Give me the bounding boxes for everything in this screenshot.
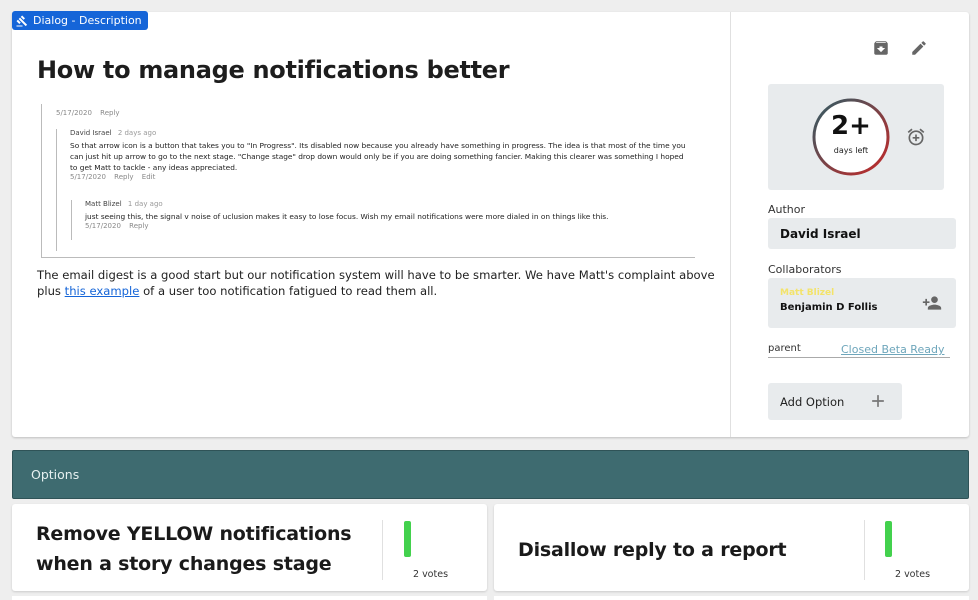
comment-date: 5/17/2020 — [56, 109, 92, 117]
dialog-tag-label: Dialog - Description — [33, 14, 142, 27]
option-card[interactable]: Disallow reply to a report 2 votes — [494, 504, 969, 591]
option-title-line: when a story changes stage — [36, 553, 332, 575]
vote-bar — [885, 521, 892, 557]
comment-meta: 5/17/2020 Reply Edit — [70, 173, 692, 181]
options-header-label: Options — [31, 467, 80, 482]
author-field: David Israel — [768, 218, 956, 249]
option-card-peek — [494, 596, 969, 600]
vote-count: 2 votes — [413, 569, 449, 580]
comment-date: 5/17/2020 — [85, 222, 121, 230]
countdown-caption: days left — [833, 146, 869, 155]
comment-author-line: David Israel 2 days ago — [70, 129, 692, 137]
archive-icon — [874, 41, 888, 55]
add-option-label: Add Option — [780, 394, 845, 409]
edit-link[interactable]: Edit — [142, 173, 156, 181]
days-left-countdown: 2+ days left — [768, 84, 944, 190]
person-add-icon[interactable] — [922, 293, 942, 313]
option-title: Disallow reply to a report — [518, 539, 787, 561]
comment-author: David Israel — [70, 129, 112, 137]
description-text-end: of a user too notification fatigued to r… — [139, 284, 438, 298]
parent-row: parent Closed Beta Ready — [768, 343, 950, 358]
comment-author-line: Matt Blizel 1 day ago — [85, 200, 681, 208]
parent-link[interactable]: Closed Beta Ready — [841, 343, 944, 356]
story-card: How to manage notifications better 5/17/… — [12, 12, 969, 437]
collaborators-label: Collaborators — [768, 263, 842, 276]
collaborators-field: Matt Blizel Benjamin D Follis — [768, 278, 956, 328]
collaborator-name: Benjamin D Follis — [780, 302, 878, 313]
reply-link[interactable]: Reply — [114, 173, 133, 181]
option-title: Remove YELLOW notifications when a story… — [36, 519, 352, 579]
option-card[interactable]: Remove YELLOW notifications when a story… — [12, 504, 487, 591]
dialog-description-tag: Dialog - Description — [12, 11, 148, 30]
story-main: How to manage notifications better 5/17/… — [12, 12, 730, 437]
option-card-peek — [12, 596, 487, 600]
comment-text: So that arrow icon is a button that take… — [70, 141, 686, 172]
options-header: Options — [12, 450, 969, 499]
collaborator-name: Matt Blizel — [780, 288, 835, 298]
author-label: Author — [768, 203, 806, 216]
alarm-add-icon[interactable] — [906, 127, 926, 147]
edit-button[interactable] — [908, 37, 930, 59]
comment-ago: 1 day ago — [127, 200, 163, 208]
archive-button[interactable] — [870, 37, 892, 59]
plus-icon — [872, 395, 884, 407]
comment-meta: 5/17/2020 Reply — [85, 222, 681, 230]
comment: Matt Blizel 1 day ago just seeing this, … — [71, 200, 681, 240]
countdown-value: 2+ — [831, 111, 871, 141]
gavel-icon — [16, 15, 28, 26]
option-title-line: Remove YELLOW notifications — [36, 523, 352, 545]
page-title: How to manage notifications better — [37, 56, 510, 84]
divider — [382, 520, 383, 580]
comment-date: 5/17/2020 — [70, 173, 106, 181]
divider — [864, 520, 865, 580]
comment-text: just seeing this, the signal v noise of … — [85, 212, 609, 221]
parent-label: parent — [768, 343, 801, 354]
story-description: The email digest is a good start but our… — [37, 267, 717, 299]
reply-link[interactable]: Reply — [129, 222, 148, 230]
comment: David Israel 2 days ago So that arrow ic… — [56, 129, 692, 251]
reply-link[interactable]: Reply — [100, 109, 119, 117]
vote-bar — [404, 521, 411, 557]
comment-author: Matt Blizel — [85, 200, 122, 208]
vote-count: 2 votes — [895, 569, 931, 580]
comment-thread: 5/17/2020 Reply David Israel 2 days ago … — [41, 104, 695, 258]
comment-ago: 2 days ago — [117, 129, 157, 137]
story-sidebar: 2+ days left Author David Israel Collabo… — [730, 12, 969, 437]
add-option-button[interactable]: Add Option — [768, 383, 902, 420]
example-link[interactable]: this example — [65, 284, 140, 298]
pencil-icon — [912, 41, 926, 55]
root-comment-meta: 5/17/2020 Reply — [56, 109, 120, 117]
